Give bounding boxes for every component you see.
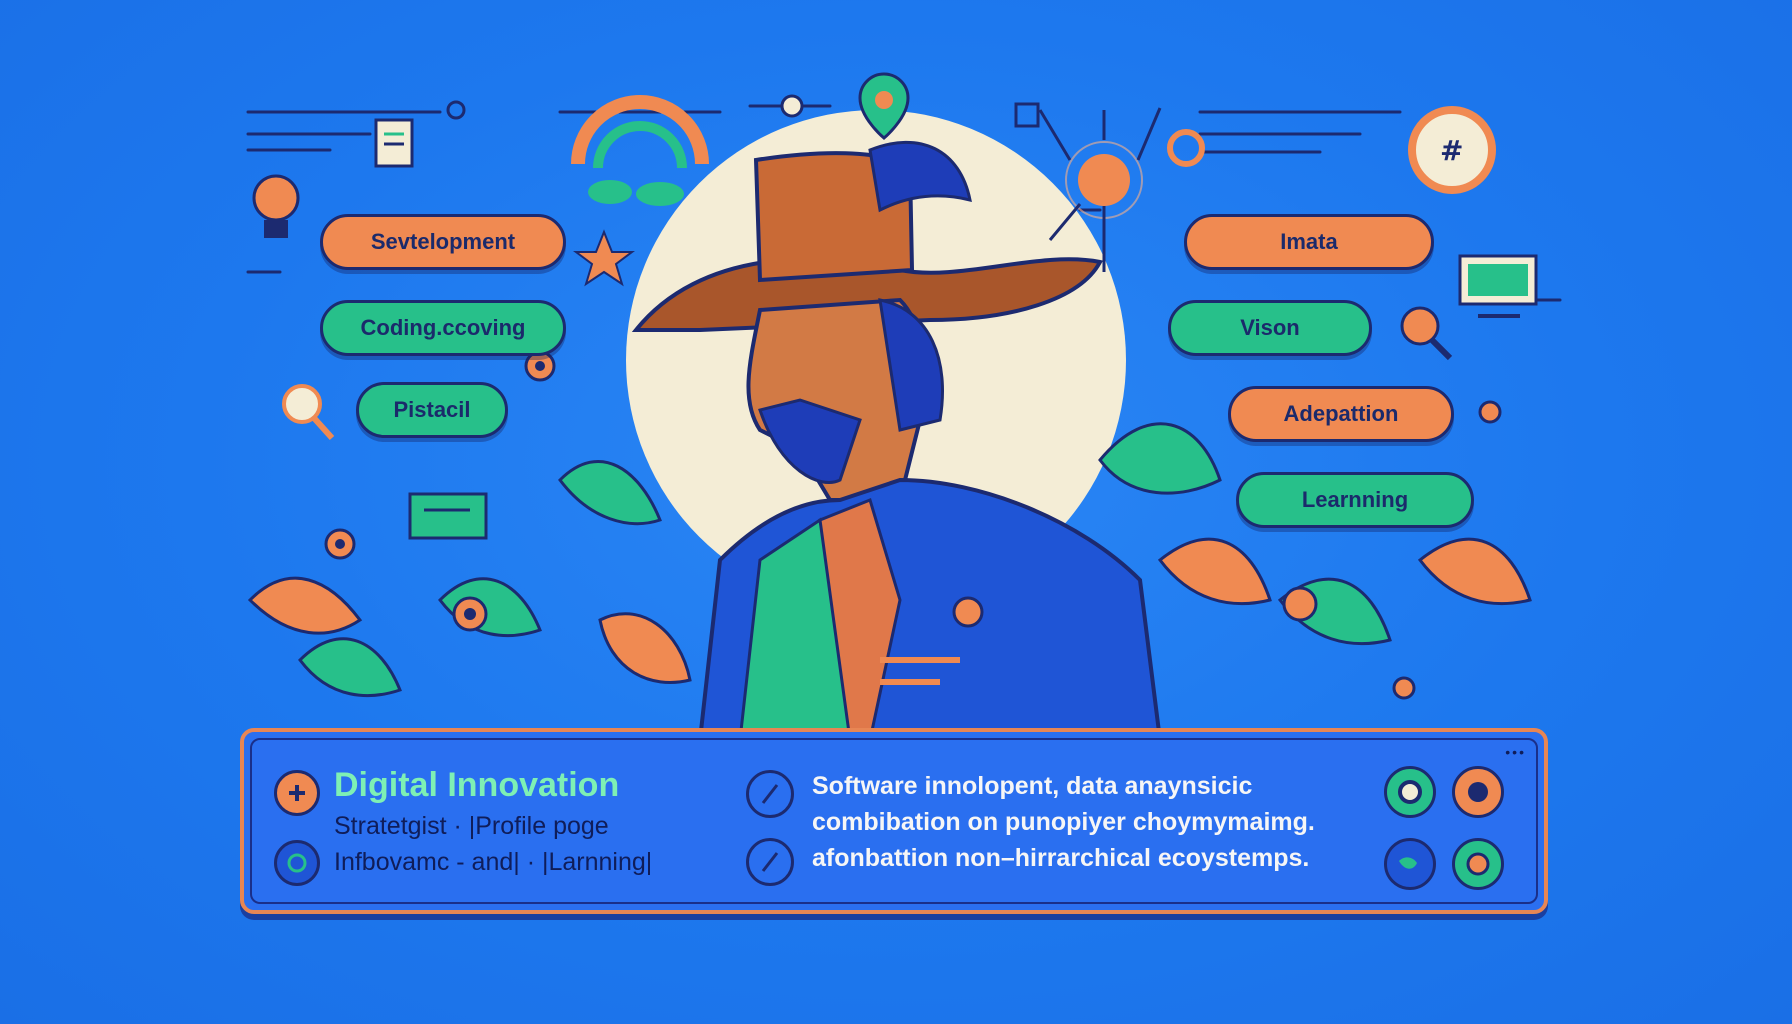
profile-subtitle-1: Stratetgist · |Profile poge	[334, 812, 609, 840]
ring-icon-green[interactable]	[1384, 766, 1436, 818]
profile-panel: ••• Digital Innovation Stratetgist · |Pr…	[240, 728, 1548, 914]
profile-description-3: afonbattion non–hirrarchical ecoystemps.	[812, 844, 1310, 872]
more-options-icon[interactable]: •••	[1505, 744, 1526, 760]
svg-text:#: #	[1440, 134, 1463, 167]
illustration-stage: # Sevtelopment Coding.ccoving Pistacil I…	[0, 0, 1792, 1024]
profile-description-2: combibation on punopiyer choymymaimg.	[812, 808, 1315, 836]
pill-vision[interactable]: Vison	[1168, 300, 1372, 356]
profile-description-1: Software innolopent, data anaynsicic	[812, 772, 1253, 800]
slash-icon[interactable]	[746, 770, 794, 818]
plus-icon[interactable]	[274, 770, 320, 816]
pill-data[interactable]: Imata	[1184, 214, 1434, 270]
profile-subtitle-2: Infbovamc - and| · |Larnning|	[334, 848, 653, 876]
ring-icon-green-2[interactable]	[1452, 838, 1504, 890]
pill-adaptation[interactable]: Adepattion	[1228, 386, 1454, 442]
ring-icon-orange[interactable]	[1452, 766, 1504, 818]
target-icon[interactable]	[274, 840, 320, 886]
slash-icon-2[interactable]	[746, 838, 794, 886]
pill-learning[interactable]: Learnning	[1236, 472, 1474, 528]
globe-icon[interactable]	[1384, 838, 1436, 890]
pill-pistacil[interactable]: Pistacil	[356, 382, 508, 438]
profile-title: Digital Innovation	[334, 766, 620, 804]
pill-development[interactable]: Sevtelopment	[320, 214, 566, 270]
pill-coding[interactable]: Coding.ccoving	[320, 300, 566, 356]
